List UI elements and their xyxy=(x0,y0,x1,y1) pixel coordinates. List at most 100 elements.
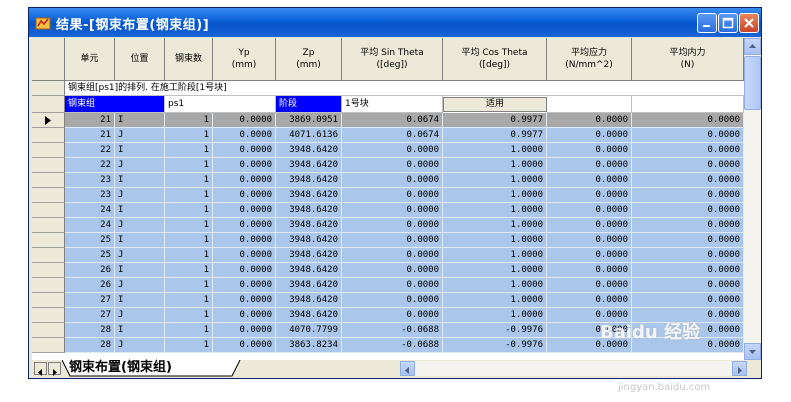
table-cell[interactable]: 0.0000 xyxy=(342,203,443,218)
table-cell[interactable]: 0.0000 xyxy=(342,263,443,278)
table-cell[interactable]: 22 xyxy=(65,143,115,158)
column-header[interactable]: Zp (mm) xyxy=(276,38,342,81)
table-cell[interactable]: 0.0000 xyxy=(632,128,744,143)
table-cell[interactable]: 1 xyxy=(165,173,213,188)
row-header[interactable] xyxy=(32,278,65,293)
scroll-up-button[interactable] xyxy=(744,38,761,55)
scroll-thumb[interactable] xyxy=(744,56,761,110)
data-grid[interactable]: 单元 位置 钢束数 Yp (mm) Zp (mm) 平均 Sin Theta ([deg]… xyxy=(32,38,744,360)
table-cell[interactable]: 4071.6136 xyxy=(276,128,342,143)
table-cell[interactable]: 1 xyxy=(165,143,213,158)
table-cell[interactable]: 0.0000 xyxy=(213,338,276,353)
table-cell[interactable]: 0.0000 xyxy=(632,293,744,308)
table-cell[interactable]: 0.0000 xyxy=(547,173,632,188)
table-cell[interactable]: 0.0000 xyxy=(547,128,632,143)
table-cell[interactable]: 1 xyxy=(165,203,213,218)
table-cell[interactable]: I xyxy=(115,143,165,158)
row-header[interactable] xyxy=(32,248,65,263)
table-cell[interactable]: J xyxy=(115,188,165,203)
table-cell[interactable]: 0.0000 xyxy=(632,113,744,128)
table-cell[interactable]: 0.0000 xyxy=(213,323,276,338)
table-cell[interactable]: 0.0000 xyxy=(547,248,632,263)
table-cell[interactable]: 1 xyxy=(165,308,213,323)
scroll-down-button[interactable] xyxy=(744,343,761,360)
table-cell[interactable]: 4070.7799 xyxy=(276,323,342,338)
table-cell[interactable]: 0.0000 xyxy=(213,203,276,218)
table-cell[interactable]: 23 xyxy=(65,173,115,188)
table-cell[interactable]: 22 xyxy=(65,158,115,173)
row-header[interactable] xyxy=(32,158,65,173)
table-cell[interactable]: 1.0000 xyxy=(443,203,547,218)
table-cell[interactable]: 0.0000 xyxy=(547,278,632,293)
table-cell[interactable]: 0.0000 xyxy=(547,263,632,278)
column-header[interactable]: 单元 xyxy=(65,38,115,81)
row-header[interactable] xyxy=(32,218,65,233)
table-cell[interactable]: 0.0674 xyxy=(342,113,443,128)
table-cell[interactable]: 0.0000 xyxy=(213,143,276,158)
row-header[interactable] xyxy=(32,173,65,188)
column-header[interactable]: 位置 xyxy=(115,38,165,81)
table-cell[interactable]: 0.0000 xyxy=(342,188,443,203)
table-cell[interactable]: -0.9976 xyxy=(443,338,547,353)
table-cell[interactable]: 0.0000 xyxy=(632,143,744,158)
table-cell[interactable]: J xyxy=(115,218,165,233)
last-sheet-button[interactable] xyxy=(48,362,61,376)
column-header[interactable]: 钢束数 xyxy=(165,38,213,81)
maximize-button[interactable] xyxy=(718,13,738,33)
row-header[interactable] xyxy=(32,308,65,323)
table-cell[interactable]: 1 xyxy=(165,218,213,233)
table-cell[interactable]: J xyxy=(115,308,165,323)
corner-header[interactable] xyxy=(32,38,65,81)
table-cell[interactable]: 3948.6420 xyxy=(276,203,342,218)
table-cell[interactable]: J xyxy=(115,158,165,173)
table-cell[interactable]: I xyxy=(115,323,165,338)
table-cell[interactable]: 0.0000 xyxy=(213,173,276,188)
row-header[interactable] xyxy=(32,323,65,338)
row-header[interactable] xyxy=(32,188,65,203)
row-header[interactable] xyxy=(32,113,65,128)
table-cell[interactable]: 0.0000 xyxy=(342,293,443,308)
table-cell[interactable]: 1.0000 xyxy=(443,173,547,188)
table-cell[interactable]: 3948.6420 xyxy=(276,233,342,248)
table-cell[interactable]: -0.0688 xyxy=(342,323,443,338)
apply-button[interactable]: 适用 xyxy=(443,97,547,112)
table-cell[interactable]: 3948.6420 xyxy=(276,248,342,263)
table-cell[interactable]: 0.0000 xyxy=(213,308,276,323)
table-cell[interactable]: 0.0000 xyxy=(213,278,276,293)
table-cell[interactable]: 24 xyxy=(65,218,115,233)
close-button[interactable] xyxy=(739,13,759,33)
table-cell[interactable]: 1.0000 xyxy=(443,233,547,248)
scroll-left-button[interactable] xyxy=(400,361,415,376)
table-cell[interactable]: 0.0000 xyxy=(213,233,276,248)
table-cell[interactable]: 0.9977 xyxy=(443,113,547,128)
table-cell[interactable]: 0.0000 xyxy=(213,293,276,308)
table-cell[interactable]: 0.0000 xyxy=(342,218,443,233)
table-cell[interactable]: 0.0000 xyxy=(342,308,443,323)
table-cell[interactable]: 0.0000 xyxy=(547,113,632,128)
table-cell[interactable]: 1.0000 xyxy=(443,293,547,308)
table-cell[interactable]: 26 xyxy=(65,278,115,293)
title-bar[interactable]: 结果-[钢束布置(钢束组)] xyxy=(29,8,761,37)
horizontal-scrollbar[interactable] xyxy=(400,361,747,376)
table-cell[interactable]: 0.0000 xyxy=(342,158,443,173)
table-cell[interactable]: 0.0000 xyxy=(342,278,443,293)
table-cell[interactable]: 1.0000 xyxy=(443,278,547,293)
row-header[interactable] xyxy=(32,143,65,158)
table-cell[interactable]: 3948.6420 xyxy=(276,173,342,188)
table-cell[interactable]: 1.0000 xyxy=(443,188,547,203)
table-cell[interactable]: 1 xyxy=(165,113,213,128)
table-cell[interactable]: 3948.6420 xyxy=(276,188,342,203)
table-cell[interactable]: 0.0000 xyxy=(632,248,744,263)
table-cell[interactable]: 0.0000 xyxy=(547,143,632,158)
table-cell[interactable]: 0.0000 xyxy=(213,188,276,203)
group-value[interactable]: ps1 xyxy=(165,96,276,113)
table-cell[interactable]: 0.0000 xyxy=(342,173,443,188)
vertical-scrollbar[interactable] xyxy=(744,38,761,360)
table-cell[interactable]: 0.0000 xyxy=(213,248,276,263)
table-cell[interactable]: 3948.6420 xyxy=(276,293,342,308)
table-cell[interactable]: I xyxy=(115,173,165,188)
table-cell[interactable]: 0.0000 xyxy=(213,263,276,278)
row-header[interactable] xyxy=(32,263,65,278)
table-cell[interactable]: 0.0000 xyxy=(547,203,632,218)
table-cell[interactable]: 1 xyxy=(165,293,213,308)
